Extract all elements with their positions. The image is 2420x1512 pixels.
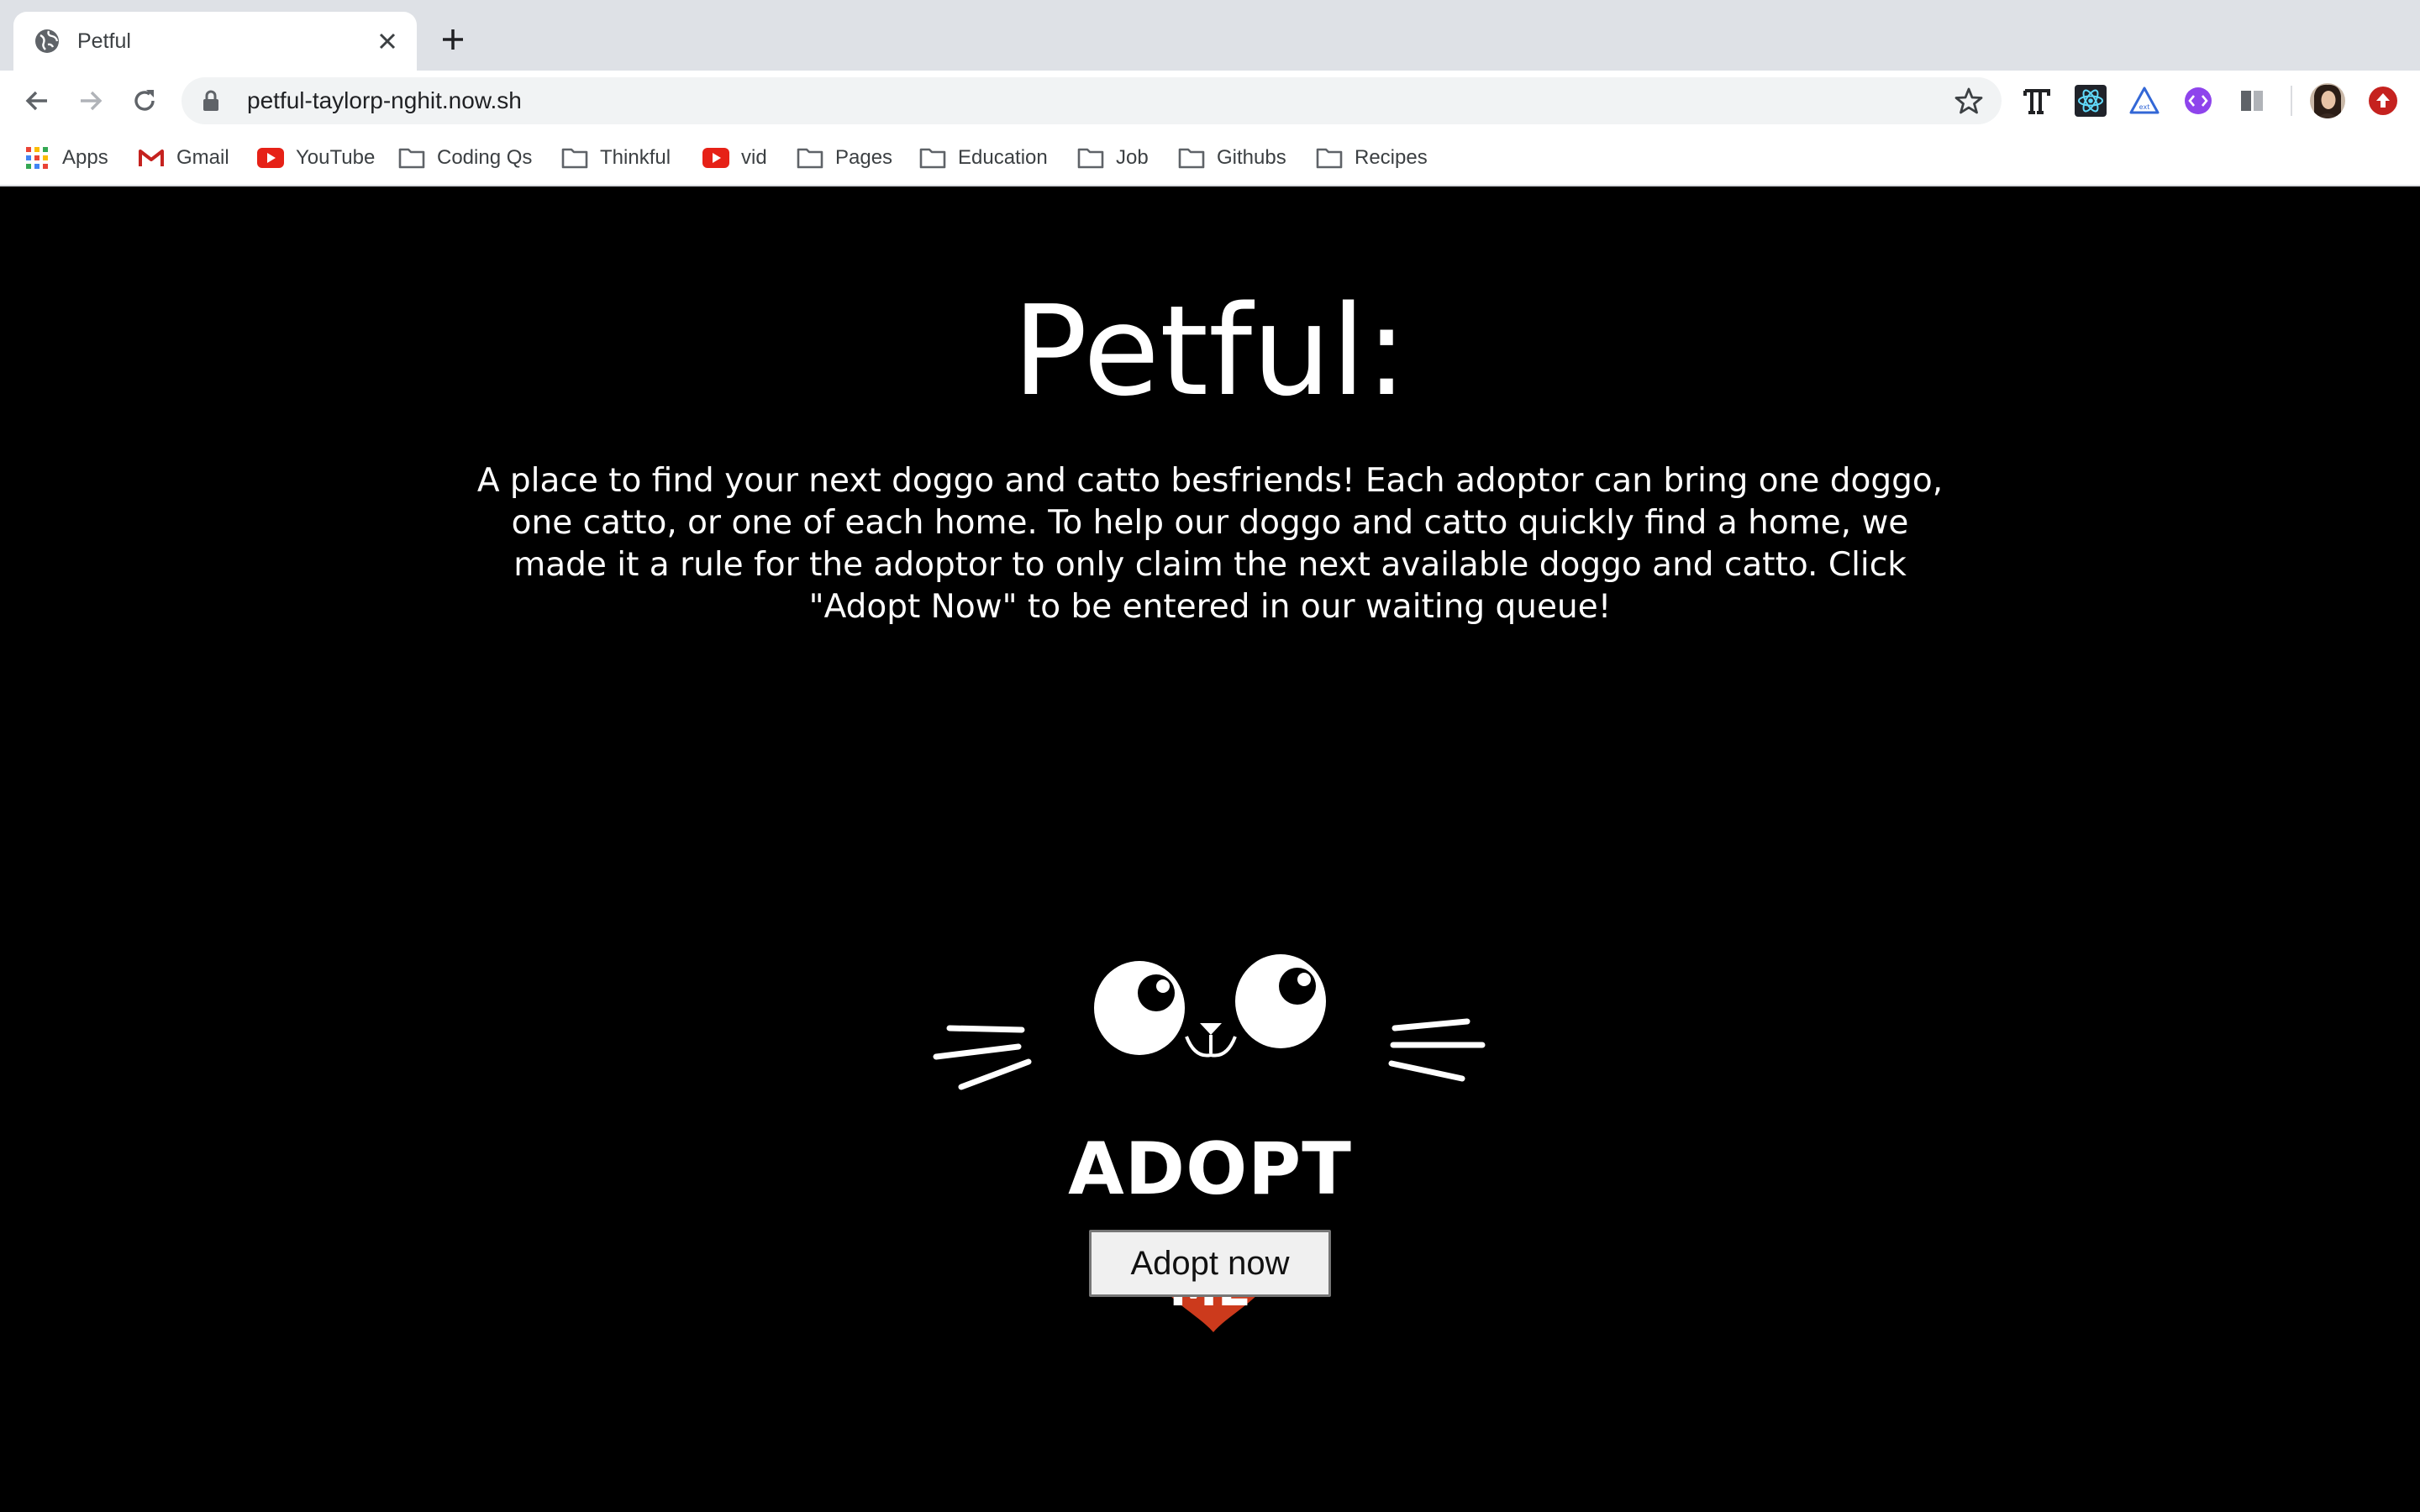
bookmark-star-icon[interactable] — [1954, 87, 1983, 115]
folder-icon — [1077, 146, 1104, 170]
bookmark-education[interactable]: Education — [919, 143, 1048, 173]
toolbar-divider — [2291, 86, 2292, 116]
folder-icon — [797, 146, 823, 170]
bookmark-label: Thinkful — [600, 146, 671, 169]
typography-icon[interactable] — [2020, 84, 2054, 118]
youtube-icon — [702, 146, 729, 170]
bookmark-label: Education — [958, 146, 1048, 169]
avatar[interactable] — [2309, 82, 2346, 119]
adopt-text: ADOPT — [1068, 1127, 1352, 1211]
bookmark-label: Gmail — [176, 146, 229, 169]
bookmark-thinkful[interactable]: Thinkful — [561, 143, 671, 173]
bookmark-coding-qs[interactable]: Coding Qs — [398, 143, 532, 173]
bookmark-label: Coding Qs — [437, 146, 533, 169]
bookmark-vid[interactable]: vid — [702, 143, 767, 173]
globe-icon — [35, 29, 59, 53]
bookmark-recipes[interactable]: Recipes — [1316, 143, 1428, 173]
bookmark-label: Recipes — [1355, 146, 1428, 169]
apps-grid-icon — [24, 146, 50, 170]
cat-face-icon — [933, 954, 1486, 1090]
page-content: Petful: A place to find your next doggo … — [0, 186, 2420, 1512]
tab-petful[interactable]: Petful — [13, 12, 417, 71]
code-icon[interactable] — [2181, 84, 2215, 118]
tab-strip: Petful — [0, 0, 2420, 71]
close-tab-icon[interactable] — [375, 29, 400, 54]
url-text: petful-taylorp-nghit.now.sh — [247, 87, 522, 113]
bookmark-label: vid — [741, 146, 767, 169]
tab-title: Petful — [77, 29, 131, 53]
svg-text:ext: ext — [2139, 103, 2150, 111]
adopt-now-button[interactable]: Adopt now — [1089, 1230, 1331, 1297]
page-title: Petful: — [1013, 279, 1407, 423]
address-bar[interactable]: petful-taylorp-nghit.now.sh — [182, 77, 2002, 124]
folder-icon — [398, 146, 425, 170]
bookmark-apps[interactable]: Apps — [24, 143, 108, 173]
folder-icon — [561, 146, 588, 170]
folder-icon — [919, 146, 946, 170]
gmail-icon — [138, 146, 165, 170]
bookmark-label: YouTube — [296, 146, 376, 169]
bookmarks-bar: Apps Gmail YouTube Coding Qs Thinkful vi… — [0, 131, 2420, 186]
bookmark-youtube[interactable]: YouTube — [257, 143, 375, 173]
bookmark-job[interactable]: Job — [1077, 143, 1149, 173]
react-icon[interactable] — [2074, 84, 2107, 118]
update-icon[interactable] — [2366, 84, 2400, 118]
reload-icon[interactable] — [128, 84, 161, 118]
bookmark-githubs[interactable]: Githubs — [1178, 143, 1286, 173]
page-intro: A place to find your next doggo and catt… — [476, 462, 1944, 626]
panel-icon[interactable] — [2235, 84, 2269, 118]
bookmark-label: Githubs — [1217, 146, 1286, 169]
youtube-icon — [257, 146, 284, 170]
folder-icon — [1178, 146, 1205, 170]
bookmark-pages[interactable]: Pages — [797, 143, 892, 173]
triangle-icon[interactable]: ext — [2128, 84, 2161, 118]
forward-icon[interactable] — [74, 84, 108, 118]
bookmark-label: Pages — [835, 146, 893, 169]
back-icon[interactable] — [20, 84, 54, 118]
bookmark-gmail[interactable]: Gmail — [138, 143, 229, 173]
bookmark-label: Apps — [62, 146, 108, 169]
folder-icon — [1316, 146, 1343, 170]
new-tab-icon[interactable] — [435, 22, 471, 57]
lock-icon — [203, 90, 218, 111]
bookmark-label: Job — [1116, 146, 1149, 169]
